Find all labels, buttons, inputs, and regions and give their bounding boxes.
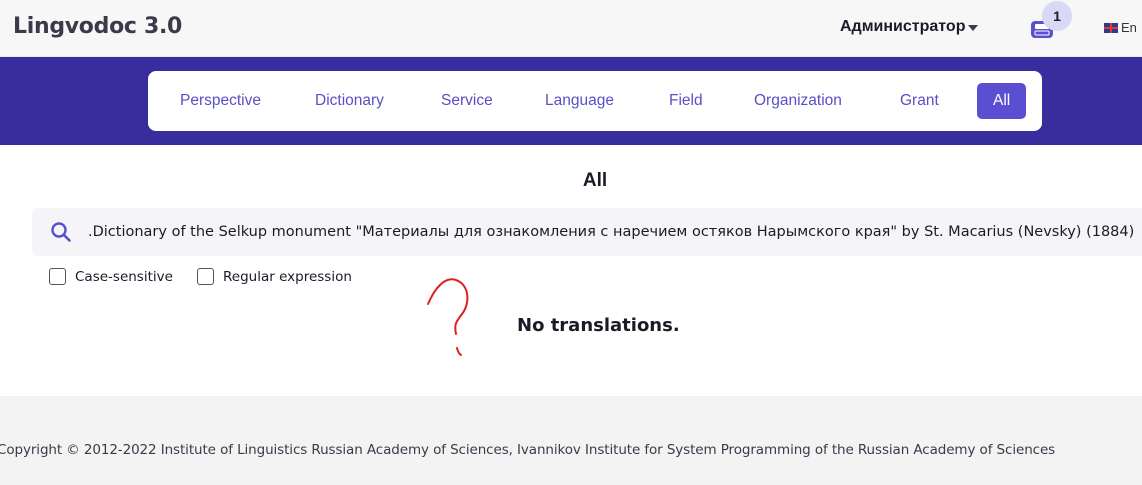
question-mark-annotation	[427, 278, 469, 356]
tab-field[interactable]: Field	[669, 71, 703, 131]
case-sensitive-checkbox[interactable]	[49, 268, 66, 285]
language-label: En	[1121, 20, 1137, 35]
search-icon	[51, 222, 71, 242]
tab-grant[interactable]: Grant	[900, 71, 939, 131]
app-brand[interactable]: Lingvodoc 3.0	[13, 14, 182, 39]
case-sensitive-label: Case-sensitive	[75, 268, 173, 285]
case-sensitive-option[interactable]: Case-sensitive	[49, 268, 173, 285]
top-bar: Lingvodoc 3.0 Администратор 1 En	[0, 0, 1142, 57]
tab-all[interactable]: All	[977, 83, 1027, 119]
inbox-count-badge[interactable]: 1	[1042, 1, 1072, 31]
empty-results-message: No translations.	[517, 315, 680, 336]
tab-dictionary[interactable]: Dictionary	[315, 71, 384, 131]
search-type-tabs: Perspective Dictionary Service Language …	[148, 71, 1042, 131]
tab-organization[interactable]: Organization	[754, 71, 842, 131]
tab-perspective[interactable]: Perspective	[180, 71, 261, 131]
search-input[interactable]	[88, 208, 1142, 256]
regex-option[interactable]: Regular expression	[197, 268, 352, 285]
copyright-text: Copyright © 2012-2022 Institute of Lingu…	[0, 442, 1056, 458]
tab-service[interactable]: Service	[441, 71, 493, 131]
regex-checkbox[interactable]	[197, 268, 214, 285]
tab-language[interactable]: Language	[545, 71, 614, 131]
uk-flag-icon	[1104, 22, 1118, 33]
chevron-down-icon	[968, 25, 979, 31]
language-selector[interactable]: En	[1104, 20, 1137, 35]
user-menu-label: Администратор	[840, 18, 966, 35]
search-bar	[32, 208, 1142, 256]
footer: Copyright © 2012-2022 Institute of Lingu…	[0, 396, 1142, 485]
user-menu[interactable]: Администратор	[840, 18, 979, 36]
page-title: All	[582, 170, 608, 191]
regex-label: Regular expression	[223, 268, 352, 285]
